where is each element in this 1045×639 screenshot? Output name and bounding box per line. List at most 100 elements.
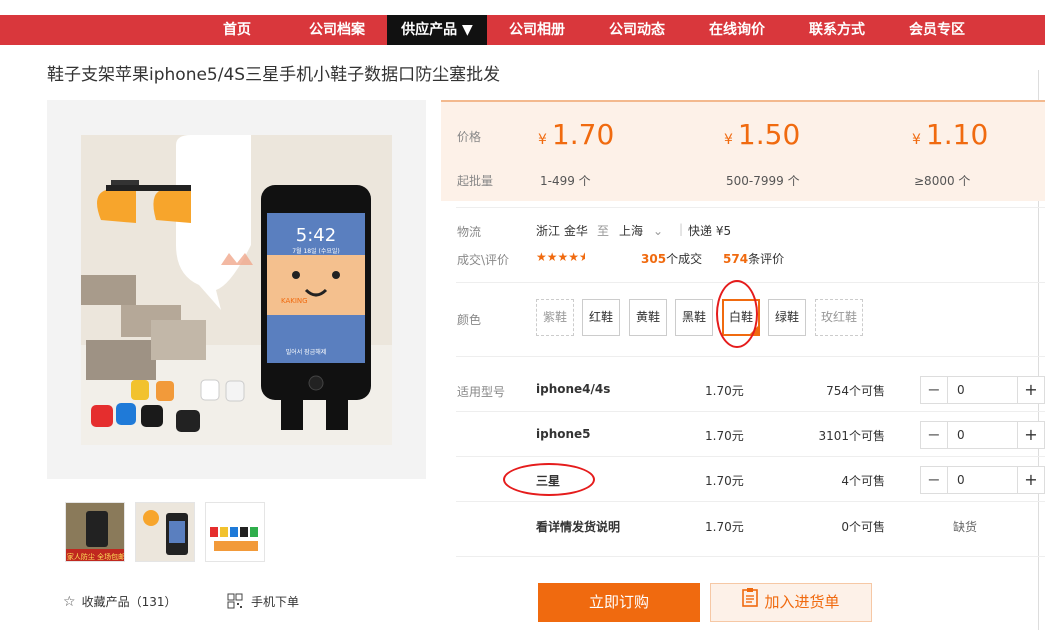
nav-contact[interactable]: 联系方式 xyxy=(787,15,887,45)
divider xyxy=(456,556,1045,557)
model-name: iphone5 xyxy=(536,427,591,441)
add-to-cart-button[interactable]: 加入进货单 xyxy=(710,583,872,622)
nav-album[interactable]: 公司相册 xyxy=(487,15,587,45)
color-label: 颜色 xyxy=(457,313,482,327)
qr-code-icon xyxy=(227,593,243,612)
divider xyxy=(456,411,1045,412)
divider xyxy=(456,282,1045,283)
quantity-stepper: − 0 + xyxy=(920,421,1045,449)
color-option-red[interactable]: 红鞋 xyxy=(582,299,620,336)
nav-inquiry[interactable]: 在线询价 xyxy=(687,15,787,45)
favorite-label: 收藏产品（131） xyxy=(81,595,177,609)
model-detail-link[interactable]: 看详情发货说明 xyxy=(536,518,620,535)
favorite-product-link[interactable]: ☆ 收藏产品（131） xyxy=(63,593,176,610)
ship-to-select[interactable]: 上海 ⌄ xyxy=(619,222,663,239)
increment-button[interactable]: + xyxy=(1017,377,1044,403)
review-count-unit: 条评价 xyxy=(748,252,785,266)
qty-tier-2: 500-7999 个 xyxy=(726,174,800,188)
mobile-order-label: 手机下单 xyxy=(251,595,300,609)
price-tier-2: ¥1.50 xyxy=(724,118,800,151)
thumbnail-3[interactable] xyxy=(205,502,265,562)
to-word: 至 xyxy=(597,224,610,238)
thumbnail-3-image xyxy=(206,503,264,561)
divider xyxy=(456,207,1045,208)
thumbnail-1-image: 家人防尘 全场包邮 xyxy=(66,503,125,561)
thumbnail-caption: 家人防尘 全场包邮 xyxy=(67,552,125,561)
currency-symbol: ¥ xyxy=(538,132,547,148)
thumbnail-1[interactable]: 家人防尘 全场包邮 xyxy=(65,502,125,562)
image-watermark: KAKING xyxy=(281,297,308,305)
product-illustration: 5:42 7월 18일 (수요일) 밀어서 잠금해제 KAKING xyxy=(81,135,392,445)
add-to-cart-label: 加入进货单 xyxy=(764,593,840,611)
divider xyxy=(456,501,1045,502)
nav-company-profile[interactable]: 公司档案 xyxy=(287,15,387,45)
model-price: 1.70元 xyxy=(705,384,744,398)
nav-news[interactable]: 公司动态 xyxy=(587,15,687,45)
quantity-input[interactable]: 0 xyxy=(957,377,965,403)
price-tier-1: ¥1.70 xyxy=(538,118,614,151)
nav-products[interactable]: 供应产品 ▼ xyxy=(387,15,487,45)
chevron-down-icon: ⌄ xyxy=(653,224,664,238)
top-nav: 首页 公司档案 供应产品 ▼ 公司相册 公司动态 在线询价 联系方式 会员专区 xyxy=(0,15,1045,45)
price-value: 1.70 xyxy=(551,118,615,151)
min-qty-label: 起批量 xyxy=(457,174,494,188)
main-product-image[interactable]: 5:42 7월 18일 (수요일) 밀어서 잠금해제 KAKING xyxy=(47,100,426,479)
model-price: 1.70元 xyxy=(705,429,744,443)
increment-button[interactable]: + xyxy=(1017,422,1044,448)
review-count[interactable]: 574条评价 xyxy=(723,250,784,267)
mobile-order-link[interactable]: 手机下单 xyxy=(227,593,299,612)
price-value: 1.10 xyxy=(925,118,989,151)
model-price: 1.70元 xyxy=(705,520,744,534)
deal-count-unit: 个成交 xyxy=(666,252,703,266)
model-stock: 3101个可售 xyxy=(818,429,885,443)
star-outline-icon: ☆ xyxy=(63,594,76,610)
nav-members[interactable]: 会员专区 xyxy=(887,15,987,45)
thumbnail-2[interactable] xyxy=(135,502,195,562)
product-photo: 5:42 7월 18일 (수요일) 밀어서 잠금해제 KAKING xyxy=(81,135,392,445)
divider xyxy=(456,356,1045,357)
quantity-stepper: − 0 + xyxy=(920,466,1045,494)
buy-now-button[interactable]: 立即订购 xyxy=(538,583,700,622)
divider xyxy=(456,456,1045,457)
rating-label: 成交\评价 xyxy=(457,253,510,267)
model-name: iphone4/4s xyxy=(536,382,611,396)
phone-unlock-text: 밀어서 잠금해제 xyxy=(286,348,327,356)
model-label: 适用型号 xyxy=(457,385,506,399)
quantity-stepper: − 0 + xyxy=(920,376,1045,404)
price-value: 1.50 xyxy=(737,118,801,151)
color-option-black[interactable]: 黑鞋 xyxy=(675,299,713,336)
qty-tier-3: ≥8000 个 xyxy=(914,174,971,188)
increment-button[interactable]: + xyxy=(1017,467,1044,493)
price-label: 价格 xyxy=(457,130,482,144)
divider-bar: | xyxy=(679,222,684,236)
ship-to-value: 上海 xyxy=(619,224,644,238)
express-fee: 快递 ¥5 xyxy=(688,224,732,238)
decrement-button[interactable]: − xyxy=(921,467,948,493)
decrement-button[interactable]: − xyxy=(921,377,948,403)
color-option-green[interactable]: 绿鞋 xyxy=(768,299,806,336)
review-count-value: 574 xyxy=(723,252,749,266)
model-stock: 4个可售 xyxy=(841,474,885,488)
currency-symbol: ¥ xyxy=(912,132,921,148)
rating-stars-icon: ★★★★★ xyxy=(536,250,586,264)
soldout-label: 缺货 xyxy=(953,520,978,534)
thumbnail-2-image xyxy=(136,503,194,561)
color-option-white[interactable]: 白鞋 xyxy=(722,299,760,336)
quantity-input[interactable]: 0 xyxy=(957,467,965,493)
quantity-input[interactable]: 0 xyxy=(957,422,965,448)
model-price: 1.70元 xyxy=(705,474,744,488)
color-option-rose[interactable]: 玫红鞋 xyxy=(815,299,863,336)
deal-count-value: 305 xyxy=(641,252,667,266)
deal-count[interactable]: 305个成交 xyxy=(641,250,702,267)
price-tier-3: ¥1.10 xyxy=(912,118,988,151)
color-option-yellow[interactable]: 黄鞋 xyxy=(629,299,667,336)
nav-home[interactable]: 首页 xyxy=(187,15,287,45)
color-option-purple[interactable]: 紫鞋 xyxy=(536,299,574,336)
qty-tier-1: 1-499 个 xyxy=(540,174,591,188)
currency-symbol: ¥ xyxy=(724,132,733,148)
logistics-label: 物流 xyxy=(457,225,482,239)
product-title: 鞋子支架苹果iphone5/4S三星手机小鞋子数据口防尘塞批发 xyxy=(47,65,501,85)
clipboard-icon xyxy=(742,584,759,621)
decrement-button[interactable]: − xyxy=(921,422,948,448)
ship-from: 浙江 金华 xyxy=(536,224,588,238)
